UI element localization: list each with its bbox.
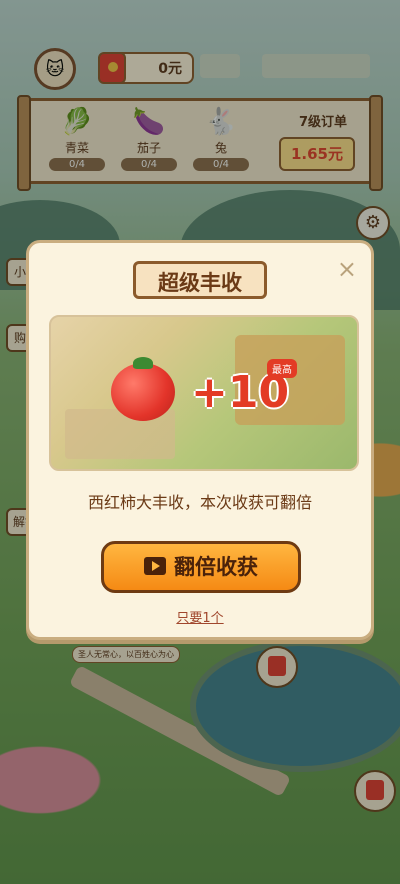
harvest-description: 西红柿大丰收，本次收获可翻倍 xyxy=(87,493,312,512)
take-one-link[interactable]: 只要1个 xyxy=(29,607,371,626)
dialog-title: 超级丰收 xyxy=(133,261,267,299)
max-badge: 最高 xyxy=(267,359,297,378)
super-harvest-dialog: 超级丰收 × +10 最高 西红柿大丰收，本次收获可翻倍 翻倍收获 只要1个 xyxy=(26,240,374,640)
video-play-icon xyxy=(144,557,166,575)
harvest-banner: +10 最高 xyxy=(49,315,359,471)
double-harvest-label: 翻倍收获 xyxy=(174,555,258,579)
tomato-icon xyxy=(111,357,175,421)
double-harvest-button[interactable]: 翻倍收获 xyxy=(101,541,301,593)
close-icon[interactable]: × xyxy=(337,257,357,281)
